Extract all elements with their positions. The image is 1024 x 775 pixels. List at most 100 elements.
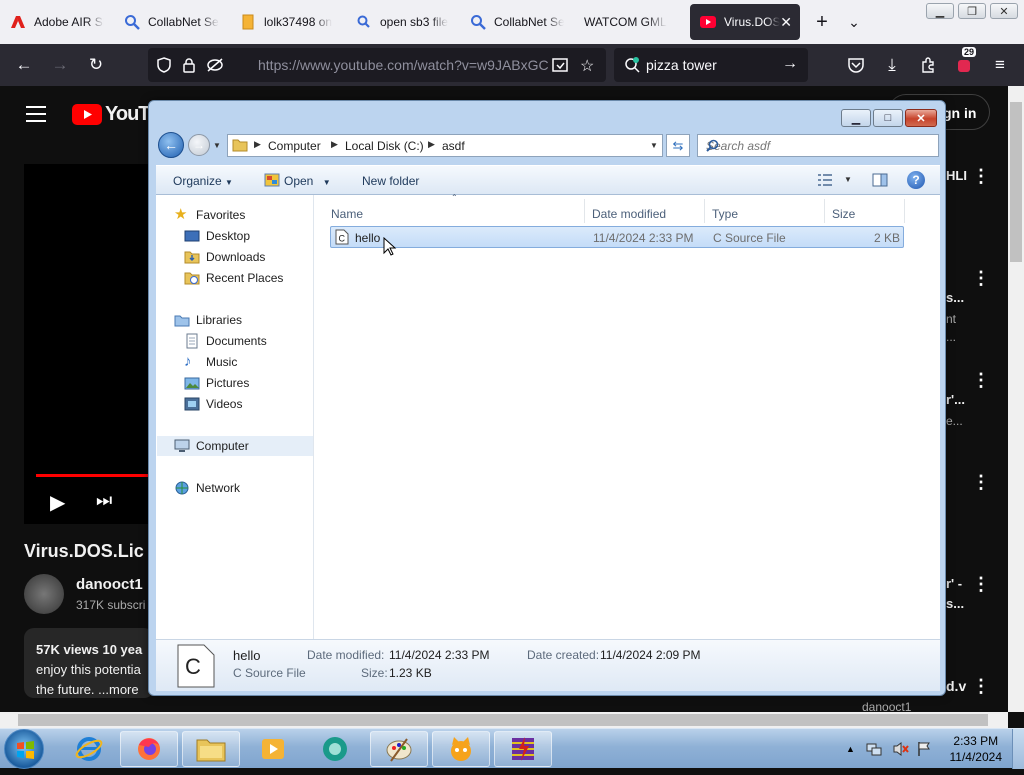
next-icon[interactable]: ⏭: [96, 490, 112, 511]
pocket-icon[interactable]: [844, 53, 868, 77]
search-icon[interactable]: [706, 139, 932, 155]
progress-bar[interactable]: [36, 474, 148, 477]
breadcrumb-computer[interactable]: Computer: [268, 139, 321, 153]
network-tray-icon[interactable]: [866, 741, 882, 760]
nav-videos[interactable]: Videos: [184, 394, 242, 414]
nav-computer[interactable]: Computer: [157, 436, 313, 456]
url-bar[interactable]: https://www.youtube.com/watch?v=w9JABxGC…: [148, 48, 606, 82]
volume-muted-icon[interactable]: [892, 741, 910, 760]
column-divider[interactable]: [904, 199, 905, 223]
more-options-icon[interactable]: ⋮: [972, 574, 990, 595]
search-engine-icon[interactable]: [624, 57, 642, 78]
breadcrumb-arrow-icon[interactable]: ▶: [254, 139, 261, 150]
search-bar-text[interactable]: pizza tower: [646, 57, 717, 73]
taskbar-ie[interactable]: [60, 731, 118, 767]
lock-icon[interactable]: [182, 57, 196, 78]
url-text[interactable]: https://www.youtube.com/watch?v=w9JABxGC: [258, 57, 548, 73]
address-bar[interactable]: ▶ Computer ▶ Local Disk (C:) ▶ asdf ▼: [227, 134, 663, 157]
column-divider[interactable]: [584, 199, 585, 223]
play-icon[interactable]: ▶: [50, 490, 65, 515]
more-options-icon[interactable]: ⋮: [972, 268, 990, 289]
breadcrumb-local-disk[interactable]: Local Disk (C:): [345, 139, 424, 153]
start-button[interactable]: [4, 729, 44, 769]
tracking-blocked-icon[interactable]: [206, 57, 224, 78]
more-options-icon[interactable]: ⋮: [972, 370, 990, 391]
browser-minimize-button[interactable]: ▁: [926, 3, 954, 19]
preview-pane-icon[interactable]: [872, 173, 888, 192]
column-divider[interactable]: [824, 199, 825, 223]
forward-arrow-icon[interactable]: →: [188, 134, 210, 156]
column-name[interactable]: Name: [331, 207, 363, 221]
clock[interactable]: 2:33 PM 11/4/2024: [950, 733, 1003, 765]
maximize-button[interactable]: □: [873, 109, 903, 127]
tab-lolk37498[interactable]: lolk37498 on: [230, 0, 346, 44]
shield-icon[interactable]: [156, 57, 172, 78]
view-options-icon[interactable]: [817, 173, 833, 192]
taskbar-app-teal[interactable]: [306, 731, 364, 767]
show-desktop-button[interactable]: [1012, 729, 1024, 769]
channel-avatar[interactable]: [24, 574, 64, 614]
scrollbar-thumb[interactable]: [1010, 102, 1022, 262]
recent-pages-chevron-icon[interactable]: ▼: [213, 141, 221, 150]
tab-collabnet-2[interactable]: CollabNet Se: [460, 0, 574, 44]
organize-button[interactable]: Organize ▼: [173, 174, 233, 188]
downloads-icon[interactable]: ⤓: [880, 53, 904, 77]
extensions-icon[interactable]: [916, 53, 940, 77]
description-box[interactable]: 57K views 10 yea enjoy this potentia the…: [24, 628, 154, 698]
addon-icon[interactable]: 29: [952, 47, 977, 77]
vertical-scrollbar[interactable]: [1008, 86, 1024, 712]
forward-button[interactable]: →: [48, 53, 72, 77]
search-box[interactable]: Search asdf: [697, 134, 939, 157]
nav-music[interactable]: ♪ Music: [184, 352, 237, 372]
back-button[interactable]: ←: [12, 53, 36, 77]
channel-name[interactable]: danooct1: [76, 576, 143, 593]
tab-open-sb3[interactable]: open sb3 file: [346, 0, 460, 44]
nav-pictures[interactable]: Pictures: [184, 373, 249, 393]
tab-watcom-gml[interactable]: WATCOM GML: [574, 0, 690, 44]
column-size[interactable]: Size: [832, 207, 855, 221]
help-icon[interactable]: ?: [907, 171, 925, 189]
more-options-icon[interactable]: ⋮: [972, 472, 990, 493]
more-options-icon[interactable]: ⋮: [972, 166, 990, 187]
taskbar-firefox[interactable]: [120, 731, 178, 767]
address-dropdown-icon[interactable]: ▼: [650, 141, 658, 150]
breadcrumb-arrow-icon[interactable]: ▶: [331, 139, 338, 150]
nav-documents[interactable]: Documents: [184, 331, 267, 351]
taskbar-winrar[interactable]: [494, 731, 552, 767]
reload-button[interactable]: ↻: [84, 53, 108, 77]
search-bar[interactable]: pizza tower →: [614, 48, 808, 82]
taskbar-scratch[interactable]: [432, 731, 490, 767]
close-tab-icon[interactable]: ✕: [780, 14, 792, 31]
youtube-logo[interactable]: YouTu: [72, 103, 160, 126]
nav-libraries[interactable]: Libraries: [174, 310, 242, 330]
scrollbar-thumb[interactable]: [18, 714, 988, 726]
tab-adobe-air[interactable]: Adobe AIR SD: [0, 0, 114, 44]
reader-view-icon[interactable]: [552, 57, 568, 78]
more-options-icon[interactable]: ⋮: [972, 676, 990, 697]
new-folder-button[interactable]: New folder: [362, 174, 419, 188]
open-button[interactable]: Open ▼: [284, 174, 331, 188]
column-date-modified[interactable]: Date modified: [592, 207, 666, 221]
view-dropdown-icon[interactable]: ▼: [844, 175, 852, 184]
browser-restore-button[interactable]: ❐: [958, 3, 986, 19]
browser-close-button[interactable]: ✕: [990, 3, 1018, 19]
list-all-tabs-button[interactable]: ⌄: [838, 6, 870, 38]
video-player[interactable]: [24, 164, 154, 524]
nav-recent-places[interactable]: Recent Places: [184, 268, 283, 288]
taskbar-paint[interactable]: [370, 731, 428, 767]
breadcrumb-asdf[interactable]: asdf: [442, 139, 465, 153]
close-button[interactable]: ✕: [905, 109, 937, 127]
horizontal-scrollbar[interactable]: [0, 712, 1008, 728]
new-tab-button[interactable]: +: [806, 6, 838, 38]
bookmark-star-icon[interactable]: ☆: [580, 56, 594, 76]
taskbar-explorer[interactable]: [182, 731, 240, 767]
nav-downloads[interactable]: Downloads: [184, 247, 265, 267]
column-divider[interactable]: [704, 199, 705, 223]
minimize-button[interactable]: ▁: [841, 109, 871, 127]
action-center-flag-icon[interactable]: [916, 741, 932, 760]
nav-network[interactable]: Network: [174, 478, 240, 498]
show-hidden-icons-icon[interactable]: ▲: [846, 744, 855, 754]
file-row[interactable]: C hello 11/4/2024 2:33 PM C Source File …: [330, 226, 904, 248]
search-go-icon[interactable]: →: [782, 55, 798, 73]
tab-virus-dos-active[interactable]: Virus.DOS ✕: [690, 4, 800, 40]
